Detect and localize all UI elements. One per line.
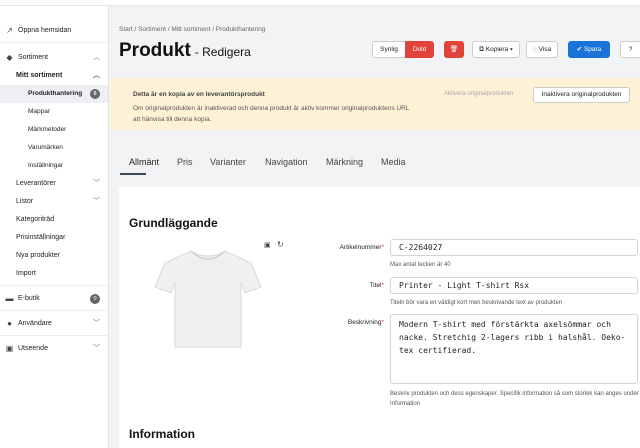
chevron-down-icon: ﹀ [93,320,100,327]
sidebar-item-mitt-sortiment[interactable]: Mitt sortiment ︿ [0,67,108,85]
chevron-down-icon: ﹀ [93,198,100,205]
description-textarea[interactable]: Modern T-shirt med förstärkta axelsömmar… [390,314,638,384]
active-tab-indicator [120,173,146,175]
tab-media[interactable]: Media [381,157,406,167]
sidebar: ↗ Öppna hemsidan ◆ Sortiment ︿ Mitt sortime… [0,6,109,448]
check-icon: ✔ [576,46,583,53]
article-number-help: Max antal tecken är 40 [390,262,451,268]
page-title: Produkt - Redigera [119,40,251,61]
chevron-up-icon: ︿ [93,72,100,79]
tab-navigation[interactable]: Navigation [265,157,308,167]
sidebar-item-mappar[interactable]: Mappar [0,103,108,121]
sidebar-item-sortiment[interactable]: ◆ Sortiment ︿ [0,49,108,67]
tab-markning[interactable]: Märkning [326,157,363,167]
sidebar-item-prisinstallningar[interactable]: Prisinställningar [0,229,108,247]
chevron-up-icon: ︿ [93,54,100,61]
breadcrumb: Start / Sortiment / Mitt sortiment / Pro… [119,26,266,33]
image-icon[interactable]: ▣ [264,241,271,249]
title-input[interactable]: Printer - Light T-shirt Rsx [390,277,638,294]
sidebar-item-ebutik[interactable]: ▬ E-butik 0 [0,290,108,308]
tag-icon: ◆ [6,53,13,62]
sidebar-item-listor[interactable]: Listor ﹀ [0,193,108,211]
sidebar-item-nya-produkter[interactable]: Nya produkter [0,247,108,265]
help-button[interactable]: ? [620,41,640,58]
palette-icon: ▣ [5,344,14,353]
description-label: Beskrivning* [347,319,384,326]
sidebar-item-kategoritrad[interactable]: Kategoriträd [0,211,108,229]
deactivate-original-button[interactable]: Inaktivera originalprodukten [533,87,630,103]
description-help: Beskriv produkten och dess egenskaper. S… [390,391,639,407]
basic-info-card: Grundläggande ▣ ↻ Artikelnummer* C-22640… [119,187,640,448]
view-button[interactable]: ◌ Visa [526,41,558,58]
tab-allmant[interactable]: Allmänt [129,157,159,167]
sidebar-item-varumarken[interactable]: Varumärken [0,139,108,157]
tab-varianter[interactable]: Varianter [210,157,246,167]
sidebar-item-open-site[interactable]: ↗ Öppna hemsidan [0,22,108,40]
alert-status: Aktivera originalprodukten [444,91,514,97]
alert-title: Detta är en kopia av en leverantörsprodu… [133,91,265,98]
chevron-down-icon: ﹀ [93,180,100,187]
information-section-title: Information [129,427,195,441]
article-number-input[interactable]: C-2264027 [390,239,638,256]
article-number-label: Artikelnummer* [339,244,384,251]
title-label: Titel* [369,282,384,289]
visible-toggle-button[interactable]: Synlig [372,41,406,58]
hidden-toggle-button[interactable]: Dold [405,41,434,58]
sidebar-item-leverantorer[interactable]: Leverantörer ﹀ [0,175,108,193]
tab-pris[interactable]: Pris [177,157,193,167]
user-icon: ● [7,319,12,328]
section-title: Grundläggande [129,216,218,230]
eye-icon: ◌ [532,46,537,53]
copy-alert: Detta är en kopia av en leverantörsprodu… [110,78,640,130]
sidebar-item-markmetoder[interactable]: Märkmetoder [0,121,108,139]
product-image [154,250,262,348]
save-button[interactable]: ✔ Spara [568,41,610,58]
page-subtitle: - Redigera [194,45,251,59]
trash-icon: 🗑 [449,46,459,53]
copy-button[interactable]: ⧉ Kopiera ▾ [472,41,520,58]
help-icon: ? [628,46,633,53]
sidebar-item-installningar[interactable]: Inställningar [0,157,108,175]
main-content: Start / Sortiment / Mitt sortiment / Pro… [110,6,640,448]
sidebar-item-utseende[interactable]: ▣ Utseende ﹀ [0,340,108,358]
external-link-icon: ↗ [6,26,13,35]
sidebar-item-anvandare[interactable]: ● Användare ﹀ [0,315,108,333]
chevron-down-icon: ﹀ [93,345,100,352]
refresh-icon[interactable]: ↻ [277,240,284,249]
copy-icon: ⧉ [479,46,484,53]
count-badge: 0 [90,294,100,304]
sidebar-item-import[interactable]: Import [0,265,108,283]
store-icon: ▬ [5,294,14,303]
title-help: Titeln bör vara en väldigt kort men besk… [390,300,563,306]
count-badge: 0 [90,89,100,99]
alert-text: Om originalprodukten är inaktiverad och … [133,105,410,123]
sidebar-item-produkthantering[interactable]: Produkthantering 0 [0,85,108,103]
delete-button[interactable]: 🗑 [444,41,464,58]
